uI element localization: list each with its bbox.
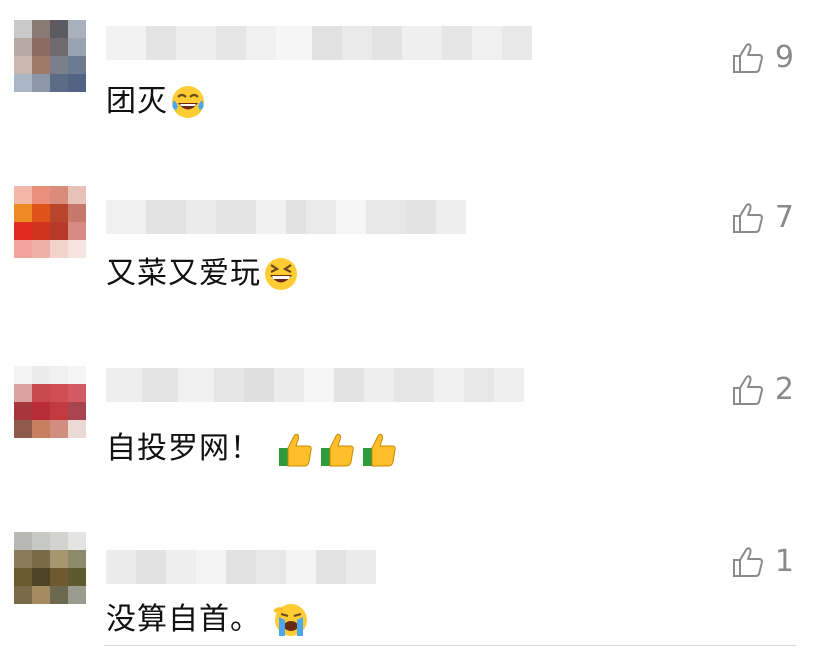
like-count: 9 [774,40,794,75]
username-blurred[interactable] [106,368,524,402]
comment-text-row: 自投罗网！ [106,428,401,470]
comment-item: 自投罗网！ 2 [0,352,820,522]
like-count: 2 [774,372,794,407]
thumbs-up-icon [279,433,312,467]
comment-list: { "comments": [ { "text": "团灭", "emoji":… [0,0,820,648]
tears-of-joy-icon [172,86,204,118]
like-button[interactable]: 1 [731,544,794,580]
comment-text: 没算自首。 [106,602,261,637]
like-button[interactable]: 9 [731,40,794,76]
avatar[interactable] [14,532,86,604]
comment-text: 又菜又爱玩 [106,256,261,291]
grinning-squinting-icon [265,258,297,290]
like-button[interactable]: 7 [731,200,794,236]
username-blurred[interactable] [106,26,532,60]
username-blurred[interactable] [106,550,376,584]
comment-item: 没算自首。 1 [0,524,820,648]
username-blurred[interactable] [106,200,466,234]
like-button[interactable]: 2 [731,372,794,408]
thumbs-up-icon [363,433,396,467]
comment-text-row: 团灭 [106,82,208,122]
comment-text: 团灭 [106,84,168,119]
avatar[interactable] [14,20,86,92]
avatar[interactable] [14,186,86,258]
comment-item: 又菜又爱玩 7 [0,180,820,350]
loudly-crying-icon [273,604,307,636]
like-count: 1 [774,544,794,579]
comment-text: 自投罗网！ [106,431,261,466]
thumbs-up-outline-icon [732,547,763,577]
comment-text-row: 又菜又爱玩 [106,254,301,294]
avatar[interactable] [14,366,86,438]
thumbs-up-outline-icon [732,43,763,73]
comment-item: 团灭 9 [0,12,820,182]
thumbs-up-icon [321,433,354,467]
thumbs-up-outline-icon [732,375,763,405]
thumbs-up-outline-icon [732,203,763,233]
divider [104,645,796,646]
like-count: 7 [774,200,794,235]
comment-text-row: 没算自首。 [106,600,311,640]
